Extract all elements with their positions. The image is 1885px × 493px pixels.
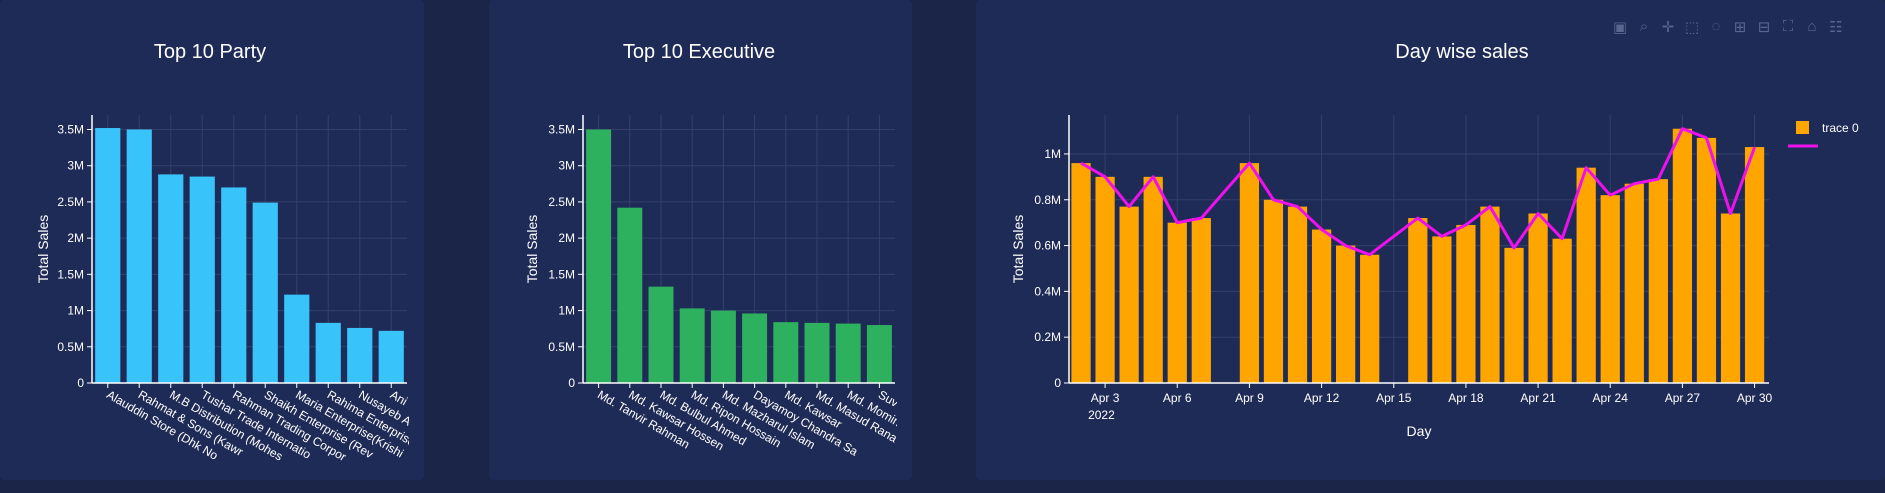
y-tick-label: 3.5M xyxy=(57,122,84,136)
bar[interactable] xyxy=(1143,176,1163,383)
bar[interactable] xyxy=(835,323,861,383)
chart-title: Day wise sales xyxy=(1395,41,1528,63)
bar[interactable] xyxy=(347,327,373,383)
y-tick-label: 0.2M xyxy=(1034,330,1061,344)
bar[interactable] xyxy=(1648,179,1668,383)
x-tick-label: Apr 3 xyxy=(1091,391,1120,405)
bar[interactable] xyxy=(866,325,892,383)
legend-bar-swatch xyxy=(1796,121,1809,134)
x-tick-label: Apr 9 xyxy=(1235,391,1264,405)
day-wise-sales-chart[interactable]: Day wise sales Total Sales 0 0.2M 0.4M 0.6M 0.… xyxy=(976,0,1885,480)
y-tick-label: 2M xyxy=(67,231,84,245)
y-axis-title: Total Sales xyxy=(1010,215,1026,283)
bar[interactable] xyxy=(679,308,705,383)
top-party-panel: Top 10 Party Total Sales 0 0.5M 1M 1.5M 2M 2.5M… xyxy=(0,0,424,480)
y-tick-label: 2.5M xyxy=(57,195,84,209)
x-tick-label: Apr 27 xyxy=(1665,391,1701,405)
bar[interactable] xyxy=(617,207,643,383)
bar[interactable] xyxy=(1119,206,1139,383)
bar[interactable] xyxy=(95,128,121,383)
bar[interactable] xyxy=(189,176,215,383)
y-tick-label: 0.6M xyxy=(1034,239,1061,253)
bar[interactable] xyxy=(1600,195,1620,383)
x-tick-label: Apr 24 xyxy=(1593,391,1629,405)
bar[interactable] xyxy=(1408,218,1428,383)
bar[interactable] xyxy=(804,322,830,383)
bar[interactable] xyxy=(315,322,341,383)
top-executive-chart[interactable]: Top 10 Executive Total Sales 0 0.5M 1M 1.5M 2M… xyxy=(489,0,912,480)
bar[interactable] xyxy=(1167,222,1187,383)
bar[interactable] xyxy=(1672,128,1693,383)
x-tick-label: Apr 21 xyxy=(1520,391,1556,405)
bar[interactable] xyxy=(648,286,674,383)
x-tick-year-label: 2022 xyxy=(1088,408,1115,422)
bar[interactable] xyxy=(1552,238,1572,383)
chart-title: Top 10 Party xyxy=(154,41,266,63)
bar[interactable] xyxy=(1720,213,1741,383)
x-tick-label: Apr 15 xyxy=(1376,391,1412,405)
y-tick-label: 0 xyxy=(568,376,575,390)
x-tick-label: Apr 12 xyxy=(1304,391,1340,405)
bar[interactable] xyxy=(221,187,247,383)
legend-label: trace 0 xyxy=(1822,121,1859,135)
x-tick-label: Apr 30 xyxy=(1737,391,1773,405)
y-axis-title: Total Sales xyxy=(524,215,540,283)
bar[interactable] xyxy=(284,294,310,383)
bar[interactable] xyxy=(1576,167,1596,383)
bar[interactable] xyxy=(1239,163,1260,383)
bar[interactable] xyxy=(1744,147,1765,383)
bar[interactable] xyxy=(126,129,152,383)
bar[interactable] xyxy=(1504,247,1524,383)
bar[interactable] xyxy=(378,330,404,383)
top-executive-panel: Top 10 Executive Total Sales 0 0.5M 1M 1.5M 2M… xyxy=(489,0,912,480)
x-tick-label: Apr 6 xyxy=(1163,391,1192,405)
y-tick-label: 3.5M xyxy=(548,122,575,136)
x-tick-labels: Md. Tanvir RahmanMd. Kawsar HossenMd. Bu… xyxy=(595,387,897,458)
y-tick-label: 0.4M xyxy=(1034,284,1061,298)
y-tick-label: 2M xyxy=(558,231,575,245)
legend[interactable]: trace 0 xyxy=(1788,121,1859,148)
bar[interactable] xyxy=(1624,183,1644,383)
bar[interactable] xyxy=(1528,213,1548,383)
x-tick-labels: Alauddin Store (Dhk NoRahmat & Sons (Kaw… xyxy=(104,387,409,463)
top-party-chart[interactable]: Top 10 Party Total Sales 0 0.5M 1M 1.5M 2M 2.5M… xyxy=(0,0,424,480)
bar[interactable] xyxy=(1287,206,1308,383)
bar[interactable] xyxy=(252,202,278,383)
bar[interactable] xyxy=(1432,236,1452,383)
bar[interactable] xyxy=(586,129,612,383)
bar[interactable] xyxy=(1360,254,1380,383)
x-tick-label: Apr 18 xyxy=(1448,391,1484,405)
y-tick-label: 1M xyxy=(1044,147,1061,161)
chart-title: Top 10 Executive xyxy=(623,41,775,63)
bar[interactable] xyxy=(1311,229,1332,383)
y-tick-label: 0.8M xyxy=(1034,193,1061,207)
bar[interactable] xyxy=(773,322,799,383)
y-tick-label: 1.5M xyxy=(57,267,84,281)
day-wise-sales-panel: ▣ ⌕ ✛ ⬚ ◌ ⊞ ⊟ ⛶ ⌂ ☷ Day wise sales Total Sales 0 0.2… xyxy=(976,0,1885,480)
y-tick-label: 0.5M xyxy=(548,340,575,354)
bar[interactable] xyxy=(710,310,736,383)
y-tick-label: 2.5M xyxy=(548,195,575,209)
y-tick-label: 1.5M xyxy=(548,267,575,281)
x-axis-title: Day xyxy=(1407,423,1432,439)
y-tick-label: 0 xyxy=(77,376,84,390)
bar[interactable] xyxy=(1071,163,1091,383)
y-tick-label: 1M xyxy=(67,304,84,318)
bar[interactable] xyxy=(1336,245,1356,383)
y-tick-label: 0 xyxy=(1054,376,1061,390)
bar[interactable] xyxy=(1480,206,1500,383)
bar[interactable] xyxy=(1191,218,1211,383)
y-tick-label: 3M xyxy=(558,159,575,173)
bar[interactable] xyxy=(158,174,184,383)
bar[interactable] xyxy=(1456,224,1476,383)
y-tick-label: 0.5M xyxy=(57,340,84,354)
y-tick-label: 1M xyxy=(558,304,575,318)
bar[interactable] xyxy=(1095,176,1115,383)
bar[interactable] xyxy=(1696,137,1717,383)
bar[interactable] xyxy=(1263,199,1284,383)
y-tick-label: 3M xyxy=(67,159,84,173)
bar[interactable] xyxy=(742,313,768,383)
y-axis-title: Total Sales xyxy=(35,215,51,283)
